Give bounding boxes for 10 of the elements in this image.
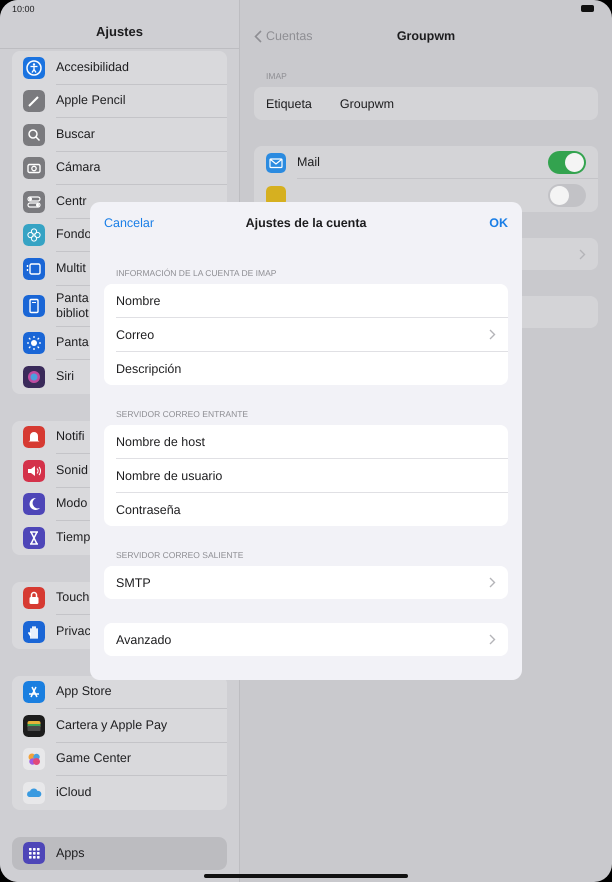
section-header: IMAP bbox=[266, 71, 287, 81]
section-header: SERVIDOR CORREO SALIENTE bbox=[116, 550, 244, 560]
status-time: 10:00 bbox=[12, 4, 35, 14]
label-row: Etiqueta Groupwm bbox=[254, 87, 598, 120]
section-header: INFORMACIÓN DE LA CUENTA DE IMAP bbox=[116, 268, 276, 278]
toggle-label: Mail bbox=[297, 155, 320, 169]
page-title: Groupwm bbox=[396, 29, 456, 43]
dialog-title: Ajustes de la cuenta bbox=[246, 216, 366, 230]
sidebar-title: Ajustes bbox=[96, 24, 143, 39]
section-header: SERVIDOR CORREO ENTRANTE bbox=[116, 409, 248, 419]
